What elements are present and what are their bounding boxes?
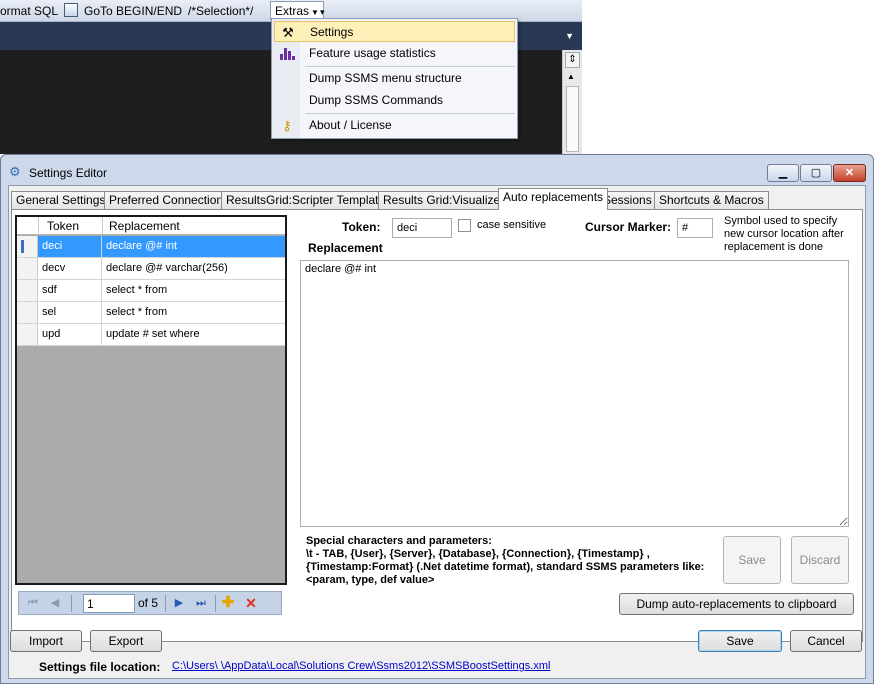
tab-auto-replacements[interactable]: Auto replacements: [498, 188, 609, 210]
menu-item-dump-commands[interactable]: Dump SSMS Commands: [274, 90, 515, 111]
table-row[interactable]: sel select * from: [17, 302, 285, 324]
column-header-replacement[interactable]: Replacement: [102, 217, 285, 235]
navigator-separator: [215, 595, 216, 612]
scroll-up-icon[interactable]: ▲: [567, 72, 575, 81]
row-selector[interactable]: [17, 258, 38, 279]
row-selector[interactable]: [17, 236, 38, 257]
scroll-thumb[interactable]: [566, 86, 579, 152]
tab-scripter-templates[interactable]: ResultsGrid:Scripter Templates: [221, 191, 397, 210]
bar-chart-icon: [279, 46, 295, 60]
case-sensitive-checkbox[interactable]: [458, 219, 471, 232]
row-header-corner: [17, 217, 38, 235]
menu-item-label: Settings: [310, 25, 354, 39]
cell-token[interactable]: sel: [38, 302, 102, 323]
format-sql-button[interactable]: ormat SQL: [0, 3, 58, 19]
record-count-label: of 5: [138, 596, 159, 610]
token-input[interactable]: [392, 218, 452, 238]
cell-token[interactable]: sdf: [38, 280, 102, 301]
case-sensitive-label: case sensitive: [477, 219, 547, 231]
replacement-textarea[interactable]: declare @# int: [300, 260, 849, 527]
cell-replacement[interactable]: select * from: [102, 280, 285, 301]
cancel-button[interactable]: Cancel: [790, 630, 862, 652]
menu-separator: [305, 66, 515, 67]
table-row[interactable]: decv declare @# varchar(256): [17, 258, 285, 280]
settings-location-link[interactable]: C:\Users\ \AppData\Local\Solutions Crew\…: [172, 660, 550, 672]
menu-item-label: About / License: [309, 118, 392, 132]
cell-token[interactable]: upd: [38, 324, 102, 345]
cell-replacement[interactable]: update # set where: [102, 324, 285, 345]
menu-item-dump-menu-structure[interactable]: Dump SSMS menu structure: [274, 68, 515, 89]
replacement-label: Replacement: [308, 241, 383, 255]
extras-label: Extras: [275, 4, 310, 18]
token-label: Token:: [342, 220, 381, 234]
row-selector[interactable]: [17, 280, 38, 301]
close-button[interactable]: ✕: [833, 164, 866, 182]
cell-replacement[interactable]: declare @# int: [102, 236, 285, 257]
settings-app-icon: ⚙: [9, 164, 21, 179]
dump-to-clipboard-button[interactable]: Dump auto-replacements to clipboard: [619, 593, 854, 615]
window-title: Settings Editor: [29, 166, 108, 180]
import-button[interactable]: Import: [10, 630, 82, 652]
add-record-icon[interactable]: ✚: [220, 595, 236, 611]
save-replacement-button[interactable]: Save: [723, 536, 781, 584]
settings-location-label: Settings file location:: [39, 660, 161, 674]
save-button[interactable]: Save: [698, 630, 782, 652]
key-icon: ⚷: [282, 118, 292, 133]
selection-button[interactable]: /*Selection*/: [188, 3, 253, 19]
menu-item-settings[interactable]: ⚒ Settings: [274, 21, 515, 42]
replacements-grid[interactable]: Token Replacement deci declare @# int de…: [15, 215, 287, 585]
menu-item-label: Dump SSMS Commands: [309, 93, 444, 107]
row-selector[interactable]: [17, 324, 38, 345]
split-icon[interactable]: ⇕: [565, 52, 580, 68]
grid-navigator: ⏮ ◀ of 5 ▶ ⏭ ✚ ✕: [18, 591, 282, 615]
discard-button[interactable]: Discard: [791, 536, 849, 584]
tab-general-settings[interactable]: General Settings: [11, 191, 111, 210]
first-record-icon[interactable]: ⏮: [25, 595, 41, 611]
goto-begin-end-button[interactable]: GoTo BEGIN/END: [84, 3, 182, 19]
tab-dropdown-icon[interactable]: ▼: [565, 31, 574, 41]
editor-scrollbar[interactable]: ⇕ ▲: [562, 50, 582, 154]
goto-icon: [64, 3, 78, 17]
record-position-input[interactable]: [83, 594, 135, 613]
maximize-button[interactable]: ▢: [800, 164, 832, 182]
chevron-down-icon: ▼: [311, 8, 319, 17]
navigator-separator: [165, 595, 166, 612]
export-button[interactable]: Export: [90, 630, 162, 652]
cell-token[interactable]: decv: [38, 258, 102, 279]
menu-item-about[interactable]: ⚷ About / License: [274, 115, 515, 136]
cursor-marker-help: Symbol used to specify new cursor locati…: [724, 215, 844, 253]
table-row[interactable]: sdf select * from: [17, 280, 285, 302]
cursor-marker-label: Cursor Marker:: [585, 220, 672, 234]
previous-record-icon[interactable]: ◀: [47, 595, 63, 611]
tab-shortcuts-macros[interactable]: Shortcuts & Macros: [654, 191, 769, 210]
tab-visualizers[interactable]: Results Grid:Visualizers: [378, 191, 516, 210]
menu-separator: [305, 113, 515, 114]
cell-replacement[interactable]: select * from: [102, 302, 285, 323]
navigator-separator: [71, 595, 72, 612]
row-selector[interactable]: [17, 302, 38, 323]
tools-icon: ⚒: [282, 25, 294, 40]
extras-dropdown-menu: ⚒ Settings Feature usage statistics Dump…: [271, 18, 518, 139]
menu-item-feature-usage[interactable]: Feature usage statistics: [274, 43, 515, 64]
tab-preferred-connections[interactable]: Preferred Connections: [104, 191, 235, 210]
next-record-icon[interactable]: ▶: [171, 595, 187, 611]
table-row[interactable]: upd update # set where: [17, 324, 285, 346]
last-record-icon[interactable]: ⏭: [193, 595, 209, 611]
menu-item-label: Dump SSMS menu structure: [309, 71, 462, 85]
table-row[interactable]: deci declare @# int: [17, 236, 285, 258]
minimize-button[interactable]: ▁: [767, 164, 799, 182]
cursor-marker-input[interactable]: [677, 218, 713, 238]
menu-item-label: Feature usage statistics: [309, 46, 436, 60]
cell-token[interactable]: deci: [38, 236, 102, 257]
special-characters-help: Special characters and parameters: \t - …: [306, 535, 705, 586]
cell-replacement[interactable]: declare @# varchar(256): [102, 258, 285, 279]
column-header-token[interactable]: Token: [38, 217, 102, 235]
delete-record-icon[interactable]: ✕: [243, 595, 259, 611]
grid-header: Token Replacement: [17, 217, 285, 235]
